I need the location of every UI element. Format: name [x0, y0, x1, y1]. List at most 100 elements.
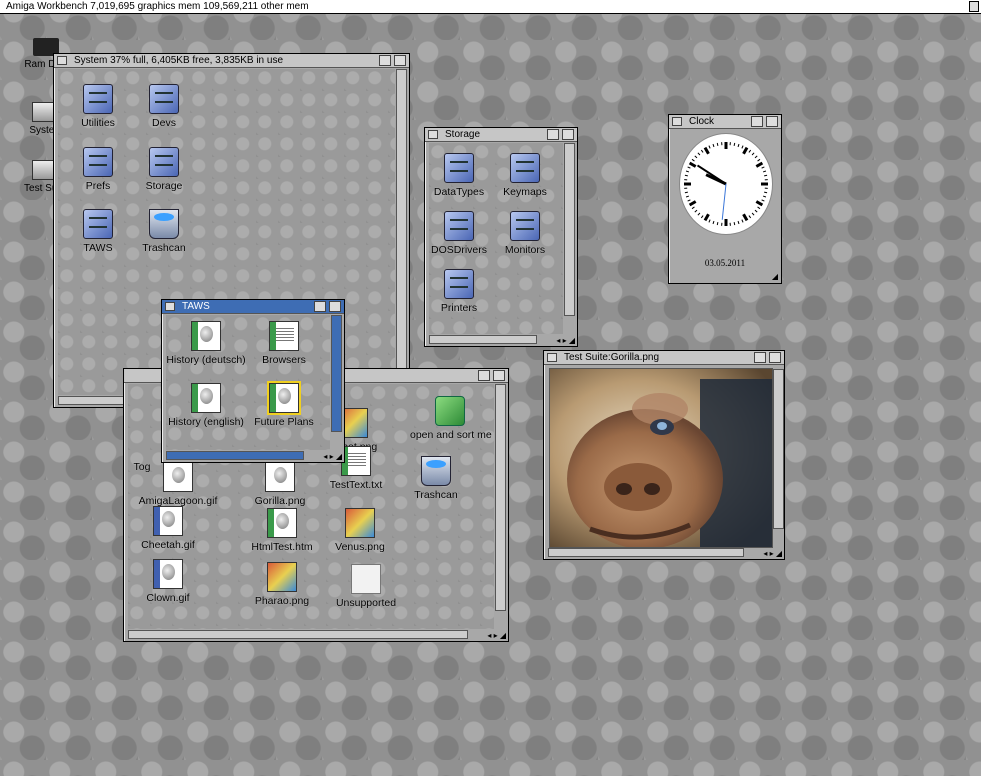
clock-minute-mark — [737, 220, 740, 225]
icon-label: Storage — [145, 180, 183, 192]
window-title-bar[interactable]: Clock — [669, 115, 781, 129]
clock-minute-mark — [700, 215, 704, 219]
future-plans-file[interactable]: Future Plans — [244, 381, 324, 428]
vertical-scrollbar[interactable] — [564, 143, 575, 316]
depth-gadget[interactable] — [493, 370, 505, 381]
vertical-scrollbar[interactable] — [396, 69, 407, 377]
scroll-arrows[interactable]: ◂ ▸ ◢ — [487, 631, 506, 640]
icon-label: Unsupported — [335, 597, 397, 609]
clock-minute-mark — [684, 191, 688, 194]
open-and-sort-me-drawer[interactable]: open and sort me — [410, 396, 492, 441]
drawer-icon — [444, 211, 474, 241]
depth-gadget[interactable] — [562, 129, 574, 140]
cheetah-gif-file[interactable]: Cheetah.gif — [128, 506, 208, 551]
depth-gadget[interactable] — [329, 301, 341, 312]
clock-hour-mark — [688, 161, 697, 168]
scroll-arrows[interactable]: ◂ ▸ ◢ — [763, 549, 782, 558]
trashcan[interactable]: Trashcan — [396, 456, 476, 501]
htmltest-htm-file[interactable]: HtmlTest.htm — [242, 508, 322, 553]
image-icon — [267, 562, 297, 592]
window-title-bar[interactable]: TAWS — [162, 300, 344, 314]
window-title: TAWS — [182, 301, 210, 312]
clock-minute-mark — [694, 209, 698, 213]
clock-minute-mark — [754, 155, 758, 159]
depth-gadget[interactable] — [769, 352, 781, 363]
taws-window[interactable]: TAWS History (deutsch) Browsers History … — [161, 299, 345, 463]
zoom-gadget[interactable] — [478, 370, 490, 381]
keymaps-drawer[interactable]: Keymaps — [485, 153, 563, 198]
scroll-arrows[interactable]: ◂ ▸ ◢ — [323, 452, 342, 461]
horizontal-scrollbar[interactable] — [548, 548, 744, 557]
amigalagoon-gif-file[interactable]: AmigaLagoon.gif — [138, 462, 218, 507]
icon-label: Trashcan — [142, 242, 186, 254]
gorilla-image — [549, 368, 773, 548]
storage-drawer[interactable]: Storage — [124, 147, 204, 192]
clock-minute-mark — [741, 145, 744, 149]
horizontal-scrollbar[interactable] — [166, 451, 304, 460]
clock-minute-mark — [687, 166, 691, 169]
trashcan[interactable]: Trashcan — [124, 209, 204, 254]
zoom-gadget[interactable] — [547, 129, 559, 140]
clock-hour-mark — [688, 200, 697, 207]
clock-minute-mark — [762, 195, 767, 198]
image-icon — [163, 462, 193, 492]
image-icon — [153, 506, 183, 536]
clock-window[interactable]: Clock 03.05.2011 ◢ — [668, 114, 782, 284]
horizontal-scrollbar[interactable] — [429, 335, 537, 344]
close-gadget[interactable] — [428, 130, 438, 139]
clock-minute-mark — [764, 191, 768, 194]
depth-gadget[interactable] — [394, 55, 406, 66]
gorilla-png-file[interactable]: Gorilla.png — [240, 462, 320, 507]
zoom-gadget[interactable] — [754, 352, 766, 363]
window-title-bar[interactable]: Storage — [425, 128, 577, 142]
gorilla-image-window[interactable]: Test Suite:Gorilla.png ◂ ▸ ◢ — [543, 350, 785, 560]
zoom-gadget[interactable] — [314, 301, 326, 312]
clock-hour-mark — [755, 200, 764, 207]
horizontal-scrollbar[interactable] — [128, 630, 468, 639]
icon-label: History (english) — [168, 416, 244, 428]
zoom-gadget[interactable] — [751, 116, 763, 127]
close-gadget[interactable] — [547, 353, 557, 362]
icon-label: Keymaps — [503, 186, 547, 198]
icon-label: Future Plans — [254, 416, 314, 428]
printers-drawer[interactable]: Printers — [429, 269, 499, 314]
icon-label: Browsers — [262, 354, 306, 366]
window-content: History (deutsch) Browsers History (engl… — [166, 315, 330, 450]
size-gadget[interactable]: ◢ — [772, 272, 778, 281]
unsupported-file[interactable]: Unsupported — [326, 564, 406, 609]
screen-depth-gadget[interactable] — [969, 1, 979, 12]
icon-label: Clown.gif — [146, 592, 190, 604]
history-deutsch-file[interactable]: History (deutsch) — [166, 321, 246, 366]
clock-minute-mark — [708, 219, 711, 223]
devs-drawer[interactable]: Devs — [124, 84, 204, 129]
pharao-png-file[interactable]: Pharao.png — [242, 562, 322, 607]
screen-title-bar[interactable]: Amiga Workbench 7,019,695 graphics mem 1… — [0, 0, 981, 14]
close-gadget[interactable] — [57, 56, 67, 65]
window-title-bar[interactable]: Test Suite:Gorilla.png — [544, 351, 784, 365]
icon-label: Cheetah.gif — [141, 539, 195, 551]
vertical-scrollbar[interactable] — [331, 315, 342, 432]
icon-label: Pharao.png — [254, 595, 310, 607]
clock-hour-mark — [755, 161, 764, 168]
zoom-gadget[interactable] — [379, 55, 391, 66]
vertical-scrollbar[interactable] — [495, 384, 506, 611]
drawer-icon — [444, 153, 474, 183]
analog-clock-face — [679, 133, 773, 235]
scroll-arrows[interactable]: ◂ ▸ ◢ — [556, 336, 575, 345]
icon-label: Devs — [152, 117, 176, 129]
clock-minute-mark — [741, 219, 744, 223]
clock-minute-mark — [685, 195, 690, 198]
browsers-file[interactable]: Browsers — [244, 321, 324, 366]
clock-date: 03.05.2011 — [704, 258, 746, 268]
depth-gadget[interactable] — [766, 116, 778, 127]
vertical-scrollbar[interactable] — [773, 369, 784, 529]
clown-gif-file[interactable]: Clown.gif — [128, 559, 208, 604]
venus-png-file[interactable]: Venus.png — [320, 508, 400, 553]
close-gadget[interactable] — [165, 302, 175, 311]
window-title-bar[interactable]: System 37% full, 6,405KB free, 3,835KB i… — [54, 54, 409, 68]
monitors-drawer[interactable]: Monitors — [485, 211, 563, 256]
close-gadget[interactable] — [672, 117, 682, 126]
storage-window[interactable]: Storage DataTypes Keymaps DOSDrivers Mon… — [424, 127, 578, 347]
clock-minute-mark — [762, 170, 767, 173]
history-english-file[interactable]: History (english) — [166, 383, 246, 428]
